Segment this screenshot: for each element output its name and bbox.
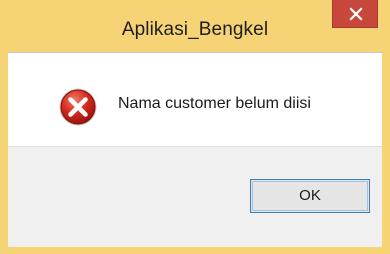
message-text: Nama customer belum diisi: [118, 95, 311, 112]
close-icon: [349, 7, 363, 21]
title-bar[interactable]: Aplikasi_Bengkel: [0, 0, 390, 52]
message-box-window: Aplikasi_Bengkel Nama customer belum dii…: [0, 0, 390, 254]
ok-button-label: OK: [299, 187, 321, 204]
error-icon: [59, 88, 97, 126]
close-button[interactable]: [332, 0, 378, 28]
dialog-footer: OK: [8, 146, 382, 247]
dialog-body: Nama customer belum diisi OK: [8, 52, 382, 247]
ok-button[interactable]: OK: [250, 179, 370, 213]
